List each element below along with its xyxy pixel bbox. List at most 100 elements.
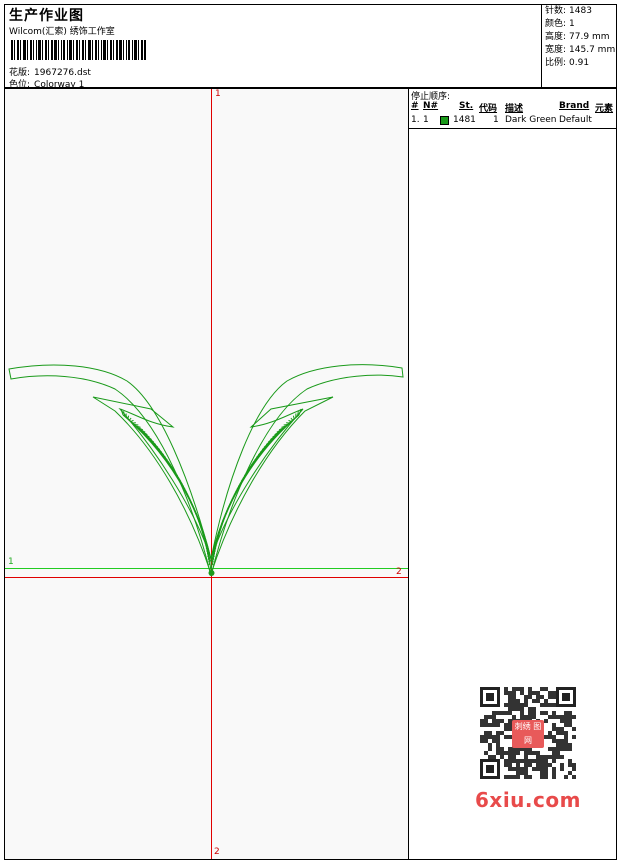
- qr-module: [480, 735, 484, 739]
- qr-module: [484, 723, 488, 727]
- qr-module: [508, 695, 512, 699]
- qr-module: [504, 775, 508, 779]
- qr-module: [536, 699, 540, 703]
- base-knot: [208, 570, 215, 576]
- qr-module: [508, 707, 512, 711]
- qr-module: [504, 711, 508, 715]
- page-title: 生产作业图: [9, 8, 84, 24]
- qr-module: [524, 759, 528, 763]
- qr-module: [572, 715, 576, 719]
- barcode-icon: [11, 40, 146, 60]
- right-stitch-outline: [210, 414, 300, 572]
- qr-module: [508, 767, 512, 771]
- qr-module: [556, 755, 560, 759]
- qr-module: [500, 751, 504, 755]
- header-info: 生产作业图 Wilcom(汇索) 绣饰工作室 花版: 1967276.dst 色…: [7, 5, 537, 90]
- qr-module: [548, 691, 552, 695]
- qr-module: [520, 691, 524, 695]
- qr-module: [552, 759, 556, 763]
- col-code: 代码: [479, 104, 498, 114]
- qr-module: [524, 755, 528, 759]
- qr-module: [528, 695, 532, 699]
- qr-module: [512, 695, 516, 699]
- qr-module: [492, 715, 496, 719]
- qr-module: [512, 703, 516, 707]
- qr-module: [500, 747, 504, 751]
- qr-module: [544, 767, 548, 771]
- qr-module: [516, 771, 520, 775]
- qr-module: [568, 759, 572, 763]
- design-canvas[interactable]: 1 2 1 2: [5, 89, 409, 859]
- stitch-line: [283, 424, 288, 426]
- qr-module: [548, 715, 552, 719]
- qr-module: [488, 723, 492, 727]
- qr-module: [548, 735, 552, 739]
- qr-module: [568, 763, 572, 767]
- qr-module: [524, 699, 528, 703]
- stitch-line: [288, 419, 292, 422]
- qr-module: [560, 755, 564, 759]
- qr-module: [480, 739, 484, 743]
- stitch-line: [290, 417, 293, 421]
- qr-module: [552, 747, 556, 751]
- qr-module: [516, 707, 520, 711]
- qr-module: [560, 743, 564, 747]
- qr-module: [560, 739, 564, 743]
- qr-module: [496, 751, 500, 755]
- qr-module: [484, 751, 488, 755]
- qr-module: [540, 711, 544, 715]
- qr-module: [484, 731, 488, 735]
- qr-module: [572, 735, 576, 739]
- qr-module: [480, 719, 484, 723]
- qr-module: [552, 695, 556, 699]
- qr-module: [504, 723, 508, 727]
- qr-module: [520, 715, 524, 719]
- qr-module: [532, 767, 536, 771]
- qr-module: [508, 711, 512, 715]
- qr-module: [548, 755, 552, 759]
- col-no: N#: [423, 101, 439, 111]
- qr-module: [492, 719, 496, 723]
- qr-module: [492, 739, 496, 743]
- qr-module: [564, 719, 568, 723]
- qr-module: [568, 771, 572, 775]
- qr-module: [504, 687, 508, 691]
- qr-module: [552, 703, 556, 707]
- axis-bottom-label: 2: [214, 847, 220, 857]
- left-leaf-outline: [8, 364, 212, 577]
- qr-module: [516, 775, 520, 779]
- qr-module: [552, 723, 556, 727]
- stop-row[interactable]: 1. 1 1481 1 Dark Green Default: [409, 115, 616, 127]
- qr-module: [568, 715, 572, 719]
- qr-module: [572, 775, 576, 779]
- qr-module: [520, 771, 524, 775]
- qr-module: [548, 731, 552, 735]
- qr-module: [512, 715, 516, 719]
- qr-module: [568, 711, 572, 715]
- qr-module: [556, 727, 560, 731]
- qr-module: [504, 735, 508, 739]
- qr-module: [540, 703, 544, 707]
- qr-module: [524, 771, 528, 775]
- qr-module: [504, 727, 508, 731]
- col-st: St.: [459, 101, 474, 111]
- qr-module: [568, 719, 572, 723]
- watermark-text: 6xiu.com: [475, 788, 581, 812]
- qr-module: [528, 691, 532, 695]
- qr-module: [564, 739, 568, 743]
- qr-module: [504, 703, 508, 707]
- qr-module: [572, 767, 576, 771]
- qr-module: [500, 755, 504, 759]
- qr-module: [564, 747, 568, 751]
- qr-module: [508, 699, 512, 703]
- qr-module: [496, 719, 500, 723]
- stitch-line: [292, 415, 295, 419]
- qr-module: [568, 747, 572, 751]
- qr-module: [544, 775, 548, 779]
- qr-module: [512, 775, 516, 779]
- qr-module: [552, 727, 556, 731]
- qr-module: [516, 751, 520, 755]
- qr-module: [552, 767, 556, 771]
- production-worksheet: 生产作业图 Wilcom(汇索) 绣饰工作室 花版: 1967276.dst 色…: [0, 0, 620, 861]
- qr-module: [540, 763, 544, 767]
